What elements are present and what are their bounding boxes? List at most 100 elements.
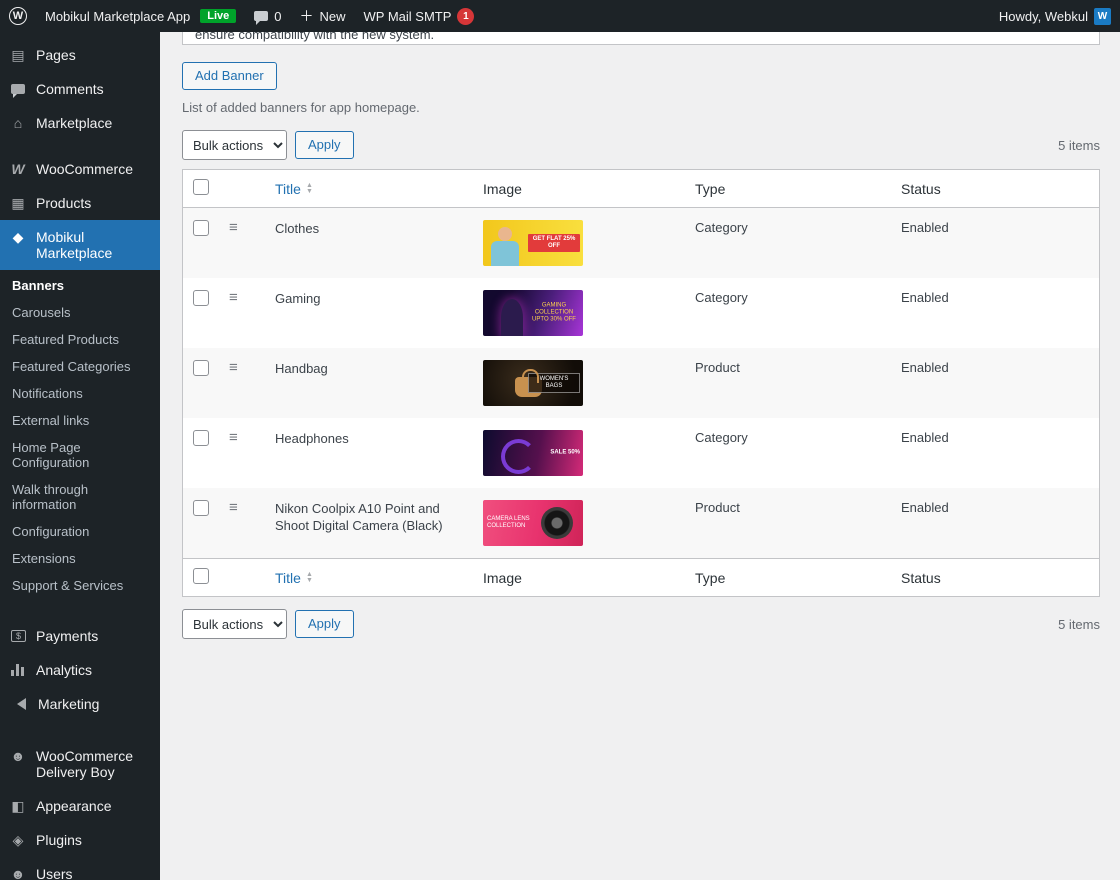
delivery-boy-icon — [8, 748, 28, 764]
sidebar-item-pages[interactable]: Pages — [0, 38, 160, 72]
payments-icon — [11, 630, 26, 642]
banner-image: SALE 50% — [483, 430, 583, 476]
drag-handle-icon[interactable] — [229, 429, 238, 446]
column-image-footer: Image — [473, 559, 685, 597]
sidebar-item-notifications[interactable]: Notifications — [0, 380, 160, 407]
admin-bar-account[interactable]: Howdy, Webkul W — [990, 0, 1120, 32]
sidebar-item-support-services[interactable]: Support & Services — [0, 572, 160, 599]
admin-bar-comments[interactable]: 0 — [245, 0, 290, 32]
banner-type: Category — [685, 418, 891, 488]
row-checkbox[interactable] — [193, 360, 209, 376]
banner-title: Clothes — [265, 208, 473, 279]
row-checkbox[interactable] — [193, 430, 209, 446]
drag-handle-icon[interactable] — [229, 289, 238, 306]
drag-handle-icon[interactable] — [229, 219, 238, 236]
sidebar-item-home-page-configuration[interactable]: Home Page Configuration — [0, 434, 160, 476]
page-description: List of added banners for app homepage. — [182, 100, 1100, 115]
select-all-checkbox[interactable] — [193, 179, 209, 195]
banner-status: Enabled — [891, 278, 1100, 348]
sidebar-item-payments[interactable]: Payments — [0, 619, 160, 653]
sidebar-item-banners[interactable]: Banners — [0, 272, 160, 299]
banner-status: Enabled — [891, 488, 1100, 559]
sidebar-item-comments[interactable]: Comments — [0, 72, 160, 106]
column-type-footer: Type — [685, 559, 891, 597]
banner-caption: SALE 50% — [550, 450, 580, 457]
table-row-handbag: Handbag Women's Bags Product Enabled — [183, 348, 1100, 418]
pages-icon — [8, 47, 28, 63]
sidebar-item-woocommerce[interactable]: WooCommerce — [0, 152, 160, 186]
table-footer-row: Title Image Type Status — [183, 559, 1100, 597]
table-row-headphones: Headphones SALE 50% Category Enabled — [183, 418, 1100, 488]
sidebar-item-extensions[interactable]: Extensions — [0, 545, 160, 572]
apply-button[interactable]: Apply — [295, 131, 354, 159]
row-checkbox[interactable] — [193, 220, 209, 236]
woocommerce-icon — [8, 161, 28, 177]
mobikul-submenu: Banners Carousels Featured Products Feat… — [0, 270, 160, 607]
add-banner-button[interactable]: Add Banner — [182, 62, 277, 90]
sidebar-item-plugins[interactable]: Plugins — [0, 823, 160, 857]
banner-caption: Women's Bags — [528, 373, 580, 393]
banner-status: Enabled — [891, 348, 1100, 418]
clipped-notice: ensure compatibility with the new system… — [182, 32, 1100, 45]
sidebar-item-marketplace[interactable]: Marketplace — [0, 106, 160, 140]
comments-icon — [8, 81, 28, 97]
sidebar-item-marketing[interactable]: Marketing — [0, 687, 160, 721]
wordpress-menu[interactable]: W — [0, 0, 36, 32]
column-status-footer: Status — [891, 559, 1100, 597]
admin-bar: W Mobikul Marketplace App Live 0 New WP … — [0, 0, 1120, 32]
sort-arrows-icon — [306, 183, 313, 195]
drag-column-header — [219, 170, 265, 208]
drag-handle-icon[interactable] — [229, 499, 238, 516]
avatar: W — [1094, 8, 1111, 25]
sidebar-item-mobikul-marketplace[interactable]: Mobikul Marketplace — [0, 220, 160, 270]
table-row-nikon-camera: Nikon Coolpix A10 Point and Shoot Digita… — [183, 488, 1100, 559]
sidebar-item-configuration[interactable]: Configuration — [0, 518, 160, 545]
tablenav-bottom: Bulk actions Apply 5 items — [182, 609, 1100, 639]
sort-title-link[interactable]: Title — [275, 181, 313, 197]
clipped-notice-text: ensure compatibility with the new system… — [183, 32, 1099, 42]
banner-status: Enabled — [891, 418, 1100, 488]
sidebar-item-products[interactable]: Products — [0, 186, 160, 220]
main-content: ensure compatibility with the new system… — [160, 0, 1120, 639]
site-name: Mobikul Marketplace App — [45, 9, 190, 24]
comments-icon — [254, 11, 268, 21]
admin-bar-new[interactable]: New — [291, 0, 355, 32]
marketing-icon — [11, 698, 26, 710]
banner-type: Product — [685, 348, 891, 418]
admin-sidebar: Pages Comments Marketplace WooCommerce P… — [0, 32, 160, 880]
sidebar-item-appearance[interactable]: Appearance — [0, 789, 160, 823]
wordpress-logo-icon: W — [9, 7, 27, 25]
sidebar-item-analytics[interactable]: Analytics — [0, 653, 160, 687]
new-label: New — [320, 9, 346, 24]
sidebar-item-woocommerce-delivery-boy[interactable]: WooCommerce Delivery Boy — [0, 739, 160, 789]
banner-caption: Get Flat 25% Off — [528, 234, 580, 252]
items-count-bottom: 5 items — [1058, 617, 1100, 632]
row-checkbox[interactable] — [193, 290, 209, 306]
banner-type: Product — [685, 488, 891, 559]
banner-caption: Gaming Collection UPTO 30% OFF — [528, 303, 580, 324]
banner-title: Headphones — [265, 418, 473, 488]
select-all-checkbox-footer[interactable] — [193, 568, 209, 584]
banner-title: Handbag — [265, 348, 473, 418]
sidebar-item-users[interactable]: Users — [0, 857, 160, 880]
bulk-actions-select-bottom[interactable]: Bulk actions — [182, 609, 287, 639]
bulk-actions-select[interactable]: Bulk actions — [182, 130, 287, 160]
sort-title-link-footer[interactable]: Title — [275, 570, 313, 586]
sidebar-item-featured-categories[interactable]: Featured Categories — [0, 353, 160, 380]
banners-table: Title Image Type Status Clothes Get Flat… — [182, 169, 1100, 597]
sidebar-item-external-links[interactable]: External links — [0, 407, 160, 434]
sidebar-item-carousels[interactable]: Carousels — [0, 299, 160, 326]
drag-handle-icon[interactable] — [229, 359, 238, 376]
table-row-clothes: Clothes Get Flat 25% Off Category Enable… — [183, 208, 1100, 279]
site-name-link[interactable]: Mobikul Marketplace App Live — [36, 0, 245, 32]
sidebar-item-featured-products[interactable]: Featured Products — [0, 326, 160, 353]
apply-button-bottom[interactable]: Apply — [295, 610, 354, 638]
howdy-label: Howdy, Webkul — [999, 9, 1088, 24]
sidebar-item-walk-through-information[interactable]: Walk through information — [0, 476, 160, 518]
banner-image: Gaming Collection UPTO 30% OFF — [483, 290, 583, 336]
banner-title: Gaming — [265, 278, 473, 348]
users-icon — [8, 866, 28, 880]
banner-image: Get Flat 25% Off — [483, 220, 583, 266]
admin-bar-wp-mail-smtp[interactable]: WP Mail SMTP 1 — [355, 0, 484, 32]
row-checkbox[interactable] — [193, 500, 209, 516]
